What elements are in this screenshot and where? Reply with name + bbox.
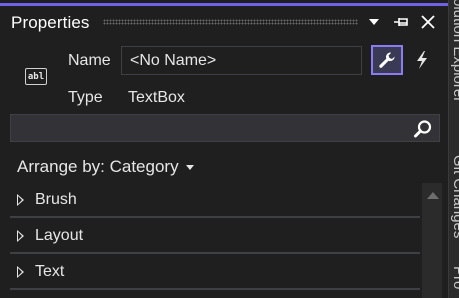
pin-icon [394,18,408,26]
tab-solution-explorer[interactable]: Solution Explorer [450,0,459,102]
expand-arrow-icon[interactable] [17,266,24,278]
category-row-layout[interactable]: Layout [10,219,420,254]
title-bar[interactable]: Properties [0,6,448,39]
category-row-brush[interactable]: Brush [10,183,420,218]
right-docked-tabs: Solution Explorer Git Changes Pro [448,0,459,298]
properties-window: Properties abl Name <No Name> Type TextB… [0,0,459,298]
close-button[interactable] [418,12,438,32]
wrench-icon [379,52,395,68]
category-label: Text [35,263,65,280]
vertical-scrollbar[interactable] [422,183,442,298]
properties-view-button[interactable] [371,45,403,75]
window-position-dropdown-button[interactable] [364,12,384,32]
category-label: Brush [35,191,77,208]
tab-properties-other[interactable]: Pro [450,266,459,289]
expand-arrow-icon[interactable] [17,194,24,206]
tab-git-changes[interactable]: Git Changes [450,155,459,238]
name-input[interactable]: <No Name> [121,46,362,75]
panel-title: Properties [11,13,90,32]
arrange-by-label: Arrange by: Category [17,157,179,176]
chevron-down-icon [185,164,194,170]
auto-hide-button[interactable] [392,12,412,32]
textbox-control-icon: abl [25,68,47,85]
search-icon[interactable] [413,119,433,139]
drag-grip[interactable] [103,19,358,25]
category-row-text[interactable]: Text [10,255,420,290]
close-icon [421,15,435,29]
expand-arrow-icon[interactable] [17,230,24,242]
lightning-icon [417,51,427,69]
search-input[interactable] [10,114,440,142]
category-label: Layout [35,227,84,244]
scroll-up-arrow-icon[interactable] [427,192,439,199]
chevron-down-icon [369,19,379,25]
events-view-button[interactable] [406,45,438,75]
type-value: TextBox [128,89,185,106]
type-label: Type [68,89,103,106]
name-label: Name [68,52,111,69]
arrange-by-dropdown[interactable]: Arrange by: Category [17,157,194,177]
